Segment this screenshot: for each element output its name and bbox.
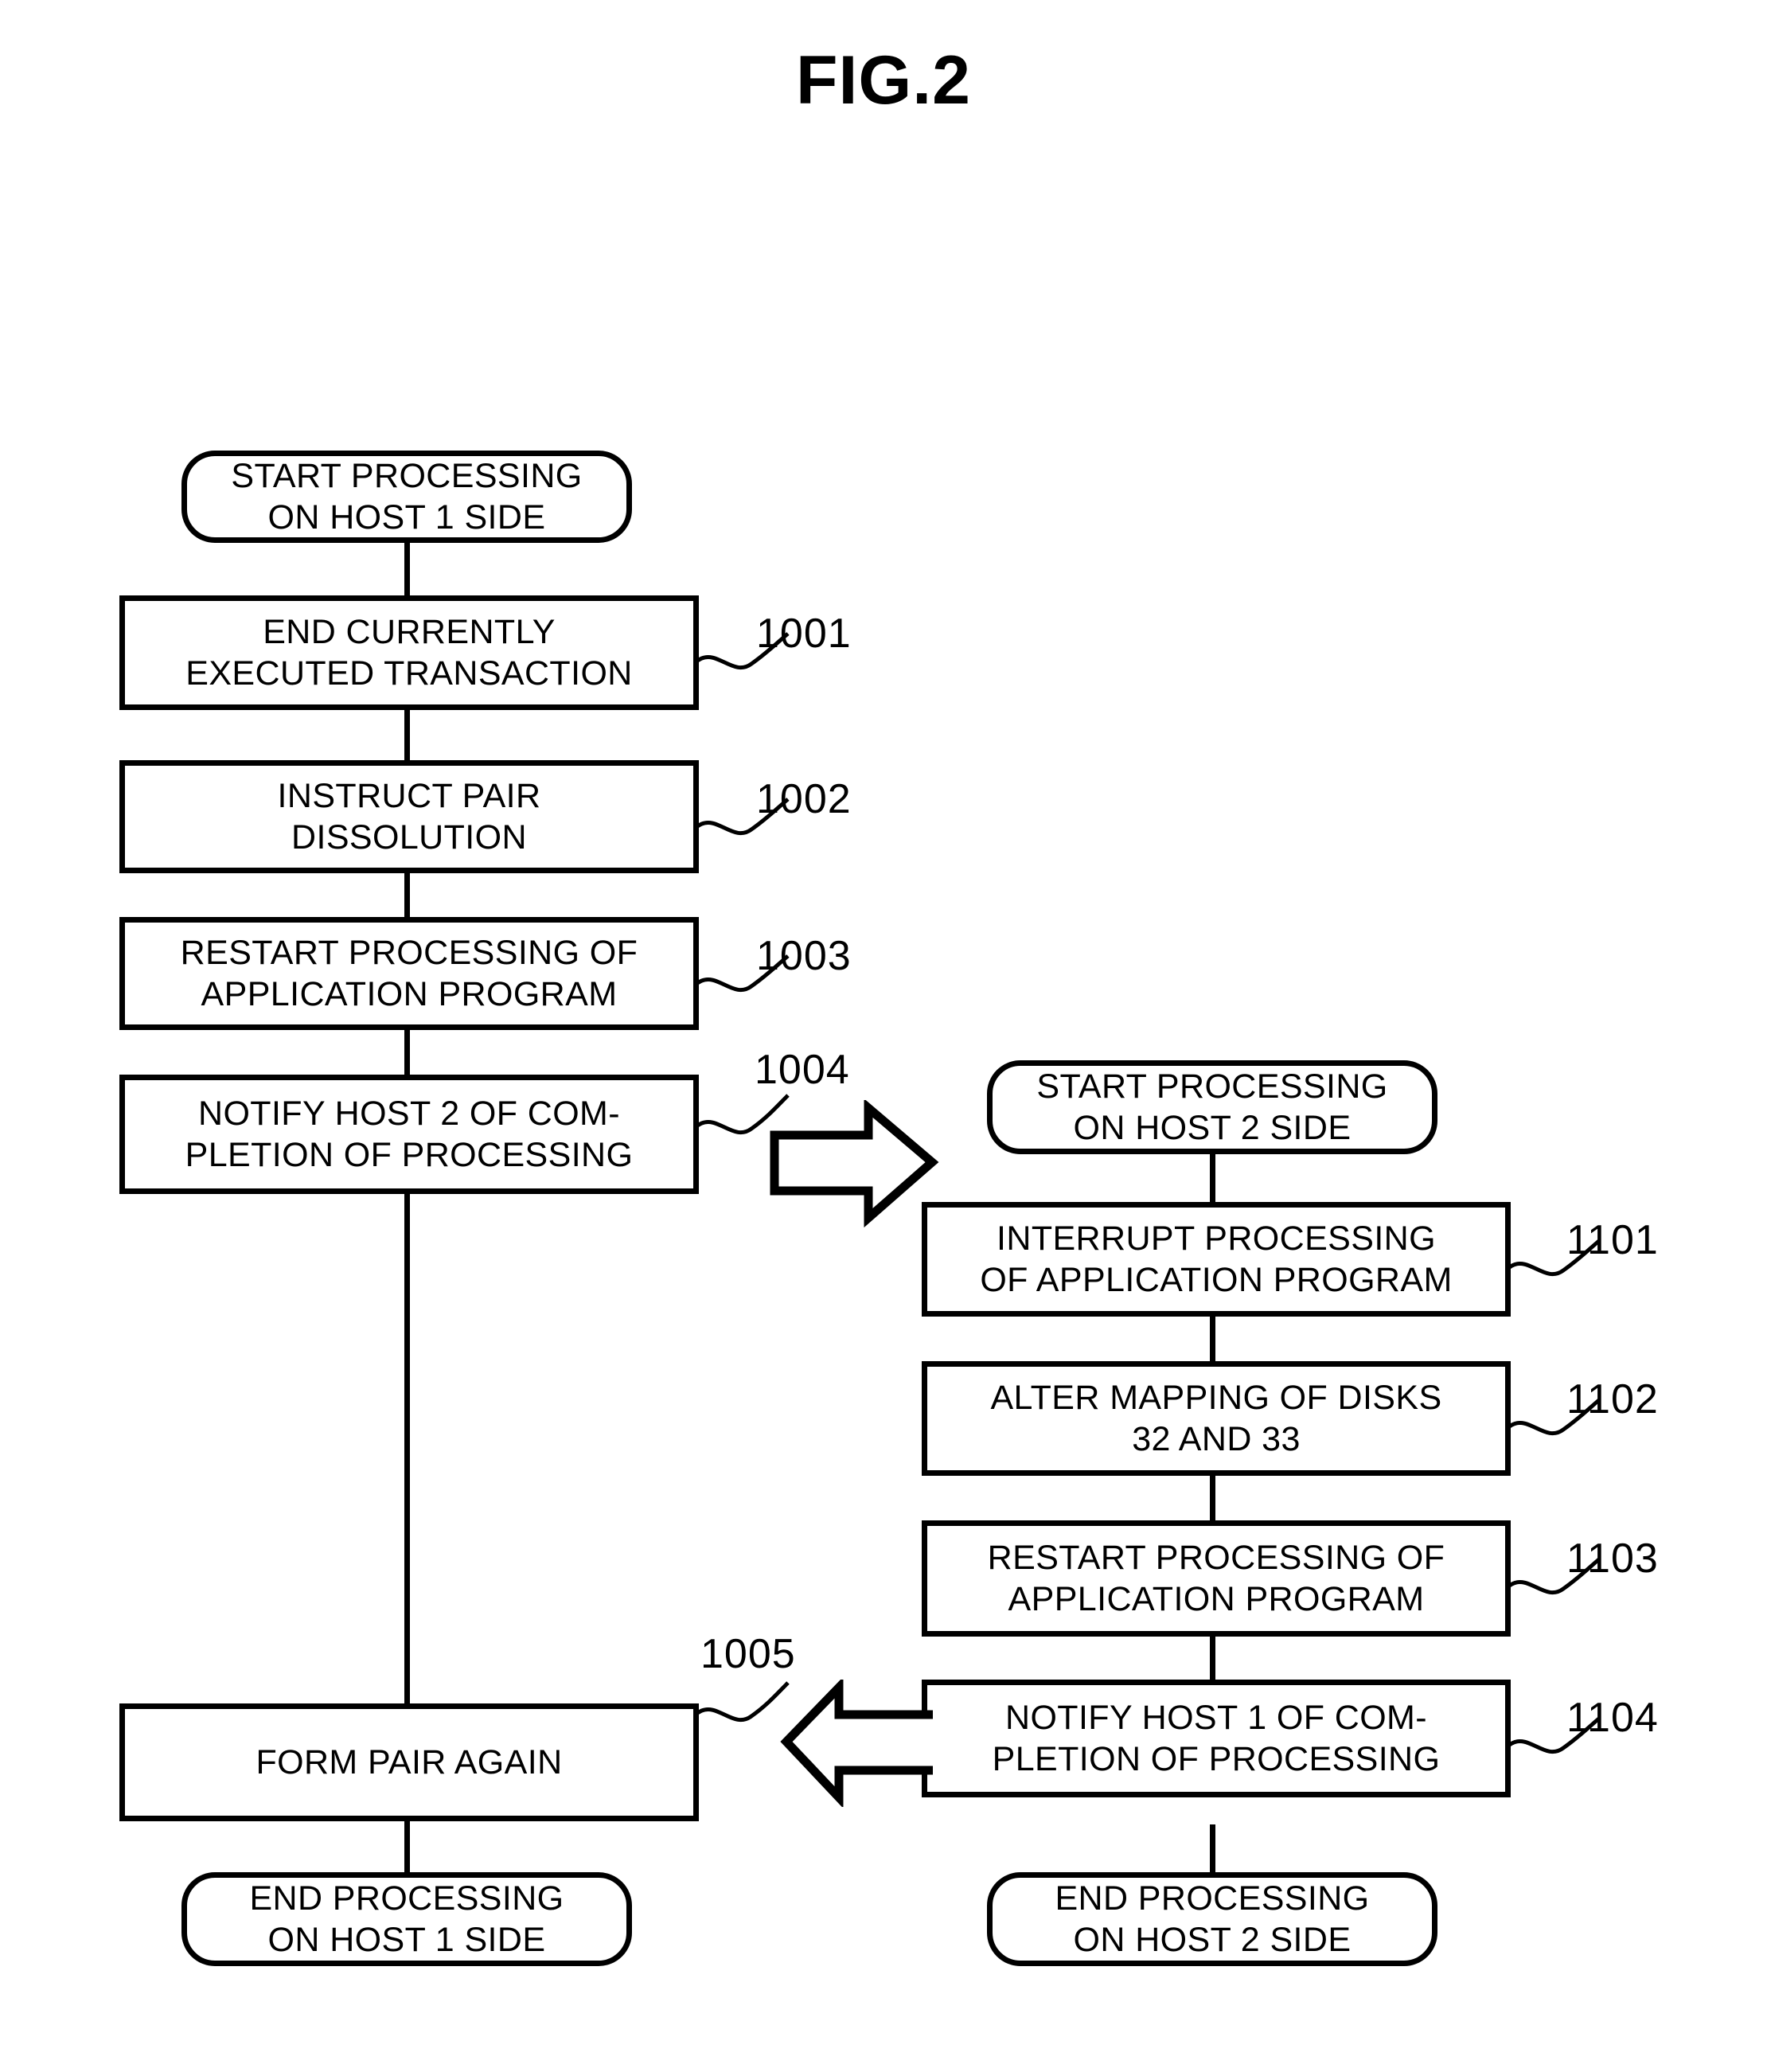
host2-step-1103-label: RESTART PROCESSING OF APPLICATION PROGRA… [987,1538,1445,1618]
host1-step-1003[interactable]: RESTART PROCESSING OF APPLICATION PROGRA… [119,917,699,1030]
host2-end-label: END PROCESSING ON HOST 2 SIDE [1055,1879,1370,1959]
ref-numeral-1102: 1102 [1566,1376,1659,1422]
host2-step-1103[interactable]: RESTART PROCESSING OF APPLICATION PROGRA… [922,1520,1511,1637]
host2-start-terminal[interactable]: START PROCESSING ON HOST 2 SIDE [987,1060,1437,1154]
host2-step-1102[interactable]: ALTER MAPPING OF DISKS 32 AND 33 [922,1361,1511,1476]
host1-step-1001-label: END CURRENTLY EXECUTED TRANSACTION [185,612,633,693]
host1-step-1002[interactable]: INSTRUCT PAIR DISSOLUTION [119,760,699,873]
host1-step-1005[interactable]: FORM PAIR AGAIN [119,1703,699,1821]
connector-host2-1101-to-1102 [1210,1315,1215,1364]
host2-step-1101-label: INTERRUPT PROCESSING OF APPLICATION PROG… [980,1219,1453,1299]
connector-host1-1001-to-1002 [404,708,410,763]
ref-numeral-1103: 1103 [1566,1535,1659,1582]
connector-host1-1003-to-1004 [404,1027,410,1078]
ref-numeral-1104: 1104 [1566,1695,1659,1741]
host2-to-host1-arrow [780,1680,933,1807]
host2-step-1101[interactable]: INTERRUPT PROCESSING OF APPLICATION PROG… [922,1202,1511,1317]
ref-numeral-1002: 1002 [756,776,852,822]
connector-host1-1002-to-1003 [404,872,410,923]
figure-title: FIG.2 [795,42,972,119]
host1-step-1002-label: INSTRUCT PAIR DISSOLUTION [277,776,541,857]
connector-host2-1104-to-end [1210,1824,1215,1875]
connector-host2-1103-to-1104 [1210,1633,1215,1683]
host1-start-label: START PROCESSING ON HOST 1 SIDE [231,456,583,537]
connector-host1-1004-to-1005 [404,1192,410,1708]
host2-step-1104-label: NOTIFY HOST 1 OF COM- PLETION OF PROCESS… [992,1698,1441,1778]
ref-numeral-1001: 1001 [756,611,852,657]
host1-step-1001[interactable]: END CURRENTLY EXECUTED TRANSACTION [119,595,699,710]
host2-step-1102-label: ALTER MAPPING OF DISKS 32 AND 33 [990,1378,1442,1458]
connector-host2-start-to-1101 [1210,1154,1215,1205]
ref-numeral-1003: 1003 [756,933,852,979]
host1-start-terminal[interactable]: START PROCESSING ON HOST 1 SIDE [181,451,632,543]
figure-canvas: FIG.2 START PROCESSING ON HOST 1 SIDE EN… [0,0,1767,2072]
host2-end-terminal[interactable]: END PROCESSING ON HOST 2 SIDE [987,1872,1437,1966]
ref-numeral-1005: 1005 [700,1631,796,1677]
connector-host2-1102-to-1103 [1210,1474,1215,1524]
host1-step-1004-label: NOTIFY HOST 2 OF COM- PLETION OF PROCESS… [185,1094,634,1174]
host1-step-1004[interactable]: NOTIFY HOST 2 OF COM- PLETION OF PROCESS… [119,1075,699,1194]
host2-start-label: START PROCESSING ON HOST 2 SIDE [1036,1067,1388,1147]
connector-host1-start-to-1001 [404,540,410,597]
ref-numeral-1004: 1004 [755,1047,850,1093]
host2-step-1104[interactable]: NOTIFY HOST 1 OF COM- PLETION OF PROCESS… [922,1680,1511,1797]
connector-host1-1005-to-end [404,1821,410,1875]
host1-end-terminal[interactable]: END PROCESSING ON HOST 1 SIDE [181,1872,632,1966]
ref-numeral-1101: 1101 [1566,1217,1659,1263]
host1-end-label: END PROCESSING ON HOST 1 SIDE [249,1879,564,1959]
host1-step-1005-label: FORM PAIR AGAIN [255,1742,563,1781]
host1-step-1003-label: RESTART PROCESSING OF APPLICATION PROGRA… [180,933,638,1013]
host1-to-host2-arrow [770,1100,939,1227]
